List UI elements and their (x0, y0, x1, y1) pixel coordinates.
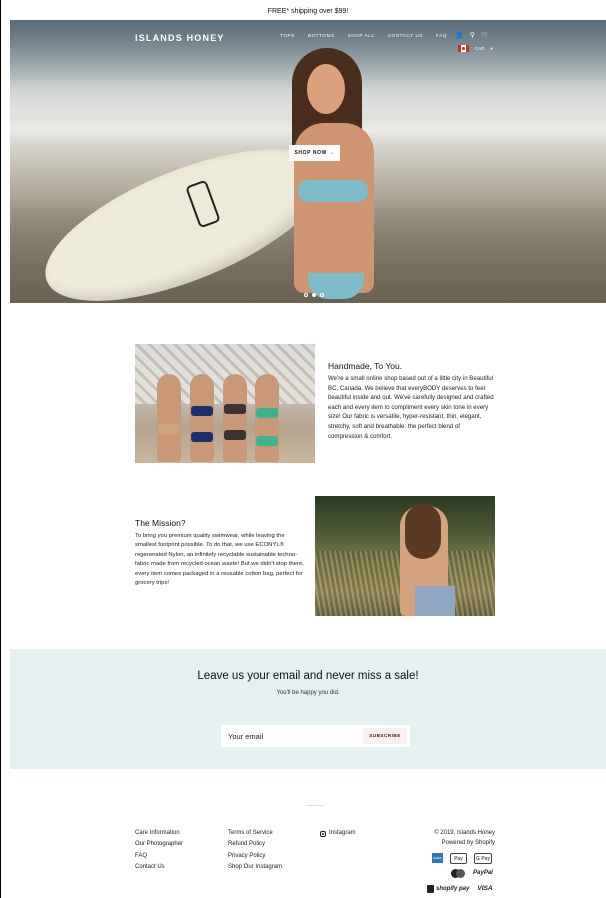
instagram-icon (320, 830, 326, 837)
shopify-pay-icon: shopify pay (427, 883, 471, 894)
footer-link-terms[interactable]: Terms of Service (228, 828, 282, 839)
nav-item-shop-all[interactable]: SHOP ALL (348, 33, 375, 38)
paypal-icon: PayPal (473, 870, 493, 876)
apple-pay-icon: Pay (450, 853, 467, 864)
account-icon[interactable]: 👤 (455, 31, 464, 39)
nav-item-tops[interactable]: TOPS (280, 33, 295, 38)
nav-item-bottoms[interactable]: BOTTOMS (308, 33, 335, 38)
footer-links-2: Terms of Service Refund Policy Privacy P… (228, 828, 282, 873)
search-icon[interactable]: ⚲ (470, 31, 475, 39)
slide-dot[interactable] (320, 293, 324, 297)
slide-dots (304, 293, 324, 297)
header-icons: 👤 ⚲ 🛒 (455, 31, 490, 39)
canada-flag-icon (458, 45, 469, 52)
footer-copyright: © 2019, Islands Honey Powered by Shopify (410, 828, 495, 848)
mission-body: To bring you premium quality swimwear, w… (135, 533, 304, 587)
footer-link-photographer[interactable]: Our Photographer (135, 839, 183, 850)
subscribe-button[interactable]: SUBSCRIBE (363, 728, 407, 744)
currency-label: CAD (475, 46, 485, 51)
powered-by-text[interactable]: Powered by Shopify (410, 838, 495, 848)
footer-link-care[interactable]: Care Information (135, 828, 183, 839)
mission-image (315, 496, 495, 616)
copyright-text: © 2019, Islands Honey (434, 830, 495, 836)
mission-title: The Mission? (135, 518, 186, 528)
nav-item-faq[interactable]: FAQ (436, 33, 447, 38)
announcement-bar: FREE* shipping over $99! (267, 8, 349, 15)
newsletter-form: SUBSCRIBE (221, 725, 410, 747)
shopify-pay-label: shopify pay (436, 885, 470, 892)
about-body: We're a small online shop based out of a… (328, 375, 494, 440)
footer-links-1: Care Information Our Photographer FAQ Co… (135, 828, 183, 873)
shop-now-button[interactable]: SHOP NOW → (289, 145, 340, 161)
footer-divider (306, 805, 324, 806)
instagram-link[interactable]: Instagram (320, 828, 356, 839)
about-image (135, 344, 315, 463)
visa-icon: VISA (477, 885, 493, 892)
footer-link-faq[interactable]: FAQ (135, 851, 183, 862)
mastercard-icon (450, 868, 466, 878)
instagram-label: Instagram (329, 830, 356, 836)
cart-icon[interactable]: 🛒 (481, 31, 490, 39)
main-nav: TOPS BOTTOMS SHOP ALL CONTACT US FAQ (280, 33, 447, 38)
slide-dot-active[interactable] (312, 293, 316, 297)
brand-logo[interactable]: ISLANDS HONEY (135, 33, 225, 43)
email-input[interactable] (228, 725, 358, 747)
about-title: Handmade, To You. (328, 361, 403, 371)
nav-item-contact-us[interactable]: CONTACT US (388, 33, 423, 38)
hero-model (282, 48, 392, 299)
newsletter-title: Leave us your email and never miss a sal… (197, 670, 419, 682)
amex-icon: AMEX (432, 853, 443, 863)
shopify-bag-icon (427, 884, 434, 893)
newsletter-section: Leave us your email and never miss a sal… (10, 649, 606, 769)
footer-link-instagram-shop[interactable]: Shop Our Instagram (228, 862, 282, 873)
google-pay-icon: G Pay (474, 853, 492, 864)
chevron-down-icon: ▾ (490, 45, 493, 51)
hero-slideshow[interactable]: ISLANDS HONEY TOPS BOTTOMS SHOP ALL CONT… (10, 20, 606, 303)
currency-selector[interactable]: CAD ▾ (458, 45, 493, 52)
newsletter-subtitle: You'll be happy you did. (276, 690, 340, 696)
footer-link-privacy[interactable]: Privacy Policy (228, 851, 282, 862)
footer-link-refund[interactable]: Refund Policy (228, 839, 282, 850)
footer-link-contact[interactable]: Contact Us (135, 862, 183, 873)
slide-dot[interactable] (304, 293, 308, 297)
